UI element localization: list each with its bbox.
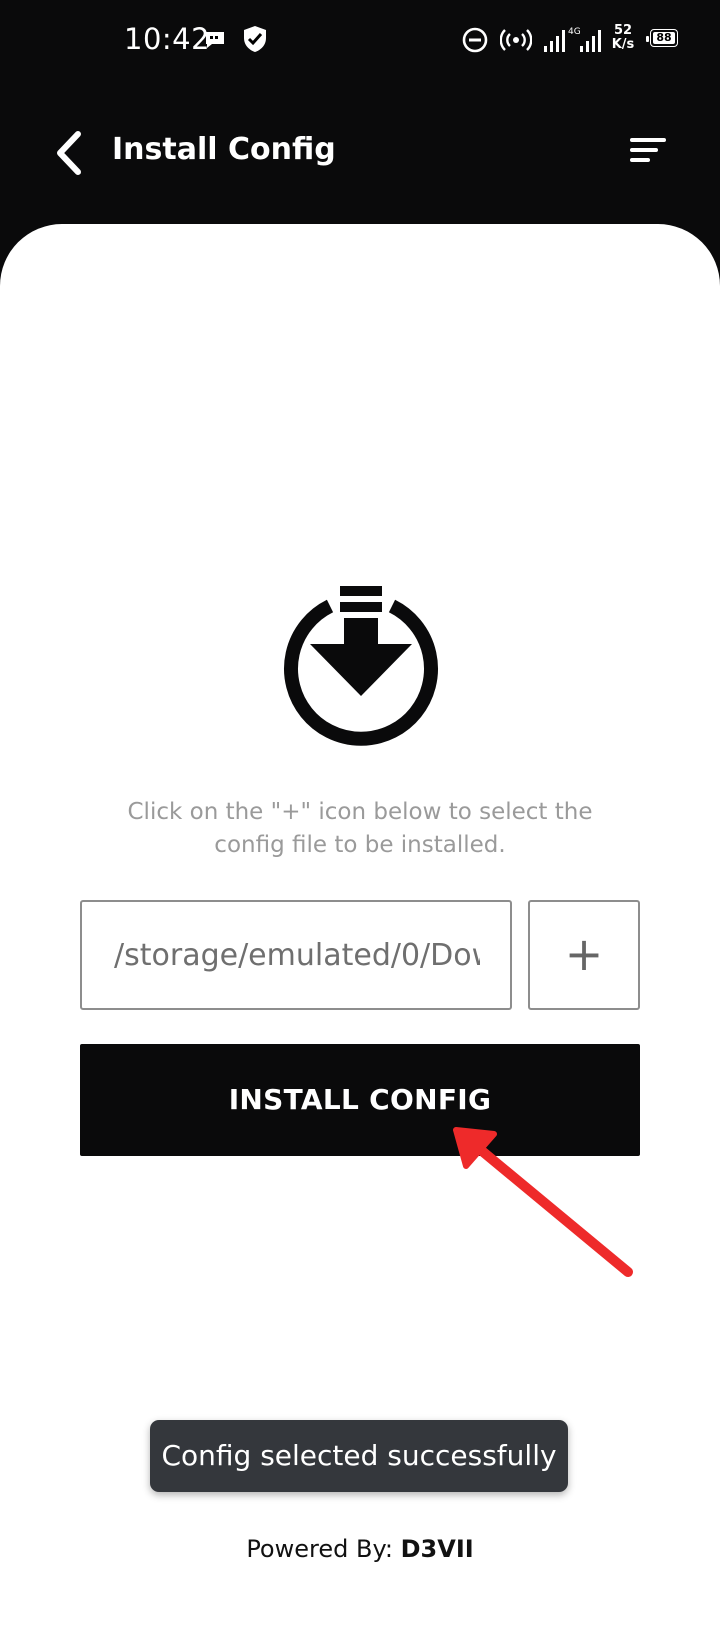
battery-level: 88 (656, 31, 672, 44)
footer-prefix: Powered By: (246, 1535, 401, 1563)
install-download-icon (284, 586, 438, 746)
status-time: 10:42 (124, 22, 211, 56)
menu-button[interactable] (620, 126, 676, 182)
toast-message: Config selected successfully (150, 1420, 568, 1492)
annotation-arrow-icon (453, 1127, 633, 1277)
footer-brand: D3VII (400, 1535, 474, 1563)
signal-icon: 4G (544, 27, 601, 52)
page-title: Install Config (112, 132, 336, 167)
battery-icon: 88 (646, 29, 680, 49)
sort-menu-icon (630, 138, 666, 162)
network-speed-unit: K/s (611, 37, 635, 52)
network-speed-value: 52 (613, 23, 633, 38)
message-icon (206, 32, 224, 48)
shield-icon (244, 26, 266, 52)
back-button[interactable] (44, 126, 98, 180)
network-speed: 52 K/s (610, 24, 636, 52)
app-bar: Install Config (0, 80, 720, 225)
instruction-text: Click on the "+" icon below to select th… (127, 799, 593, 858)
add-file-button[interactable]: + (528, 900, 640, 1010)
status-bar: 10:42 4G 52 K/s 88 (0, 0, 720, 80)
chevron-left-icon (57, 131, 81, 175)
hotspot-icon (500, 29, 532, 51)
dnd-icon (462, 27, 488, 53)
footer-credit: Powered By: D3VII (0, 1535, 720, 1563)
file-path-field[interactable] (80, 900, 512, 1010)
network-type-label: 4G (568, 27, 581, 37)
